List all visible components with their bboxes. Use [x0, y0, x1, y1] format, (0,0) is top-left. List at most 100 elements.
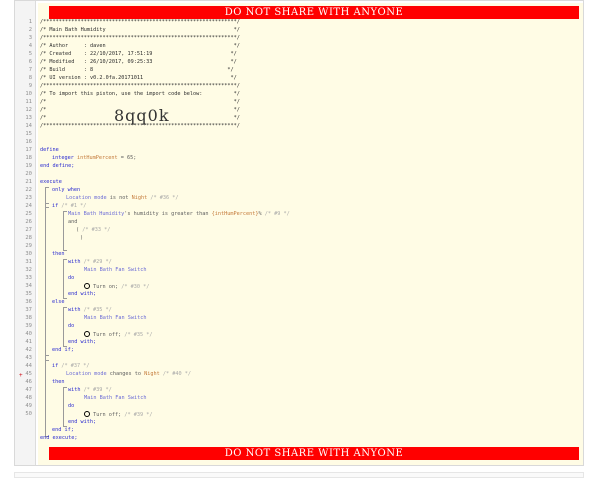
- code-line: end if;: [52, 427, 74, 435]
- keyword-end-with: end with;: [68, 419, 97, 425]
- code-line[interactable]: with /* #35 */: [68, 307, 112, 315]
- code-line: end define;: [40, 163, 74, 171]
- code-line[interactable]: Turn on; /* #30 */: [84, 283, 149, 291]
- line-number: 12: [25, 107, 32, 113]
- line-number: 49: [25, 403, 32, 409]
- line-number: 29: [25, 243, 32, 249]
- device-name: Main Bath Fan Switch: [84, 395, 147, 401]
- warning-banner-bottom: DO NOT SHARE WITH ANYONE: [49, 447, 579, 460]
- statement-id: /* #37 */: [58, 363, 90, 369]
- line-number: 13: [25, 115, 32, 121]
- line-number-gutter: 1 2 3 4 5 6 7 8 9 10 11 12 13 14 15 16 17 18 19 20 21 22 23 24 2…: [15, 1, 36, 465]
- code-line[interactable]: Location mode is not Night /* #36 */: [66, 195, 178, 203]
- keyword-with: with: [68, 387, 81, 393]
- line-number: 18: [25, 155, 32, 161]
- line-number: 6: [28, 59, 32, 65]
- line-number: 5: [28, 51, 32, 57]
- line-number: 27: [25, 227, 32, 233]
- line-number: 36: [25, 299, 32, 305]
- line-number: 41: [25, 339, 32, 345]
- code-line: /* UI version : v0.2.0fa.20171011 */: [40, 75, 237, 81]
- line-number: 33: [25, 275, 32, 281]
- keyword-end-if: end if;: [52, 427, 74, 433]
- statement-id: /* #35 */: [80, 307, 112, 313]
- line-number: 11: [25, 99, 32, 105]
- horizontal-scrollbar[interactable]: [14, 472, 584, 478]
- variable-name[interactable]: intHumPercent: [77, 155, 118, 161]
- line-number: 2: [28, 27, 32, 33]
- keyword-end-with: end with;: [68, 339, 97, 345]
- line-number: 17: [25, 147, 32, 153]
- code-line[interactable]: Location mode changes to Night /* #40 */: [66, 371, 191, 379]
- code-line[interactable]: Main Bath Fan Switch: [84, 395, 146, 403]
- code-line: execute: [40, 179, 62, 187]
- device-name: Main Bath Fan Switch: [84, 267, 147, 273]
- code-line[interactable]: ( /* #33 */: [76, 227, 110, 235]
- code-line: do: [68, 403, 74, 411]
- statement-id: /* #36 */: [147, 195, 179, 201]
- keyword-end-with: end with;: [68, 291, 97, 297]
- type-keyword: integer: [52, 155, 74, 161]
- line-number: 14: [25, 123, 32, 129]
- code-line: /* Build : 8 */: [40, 67, 234, 73]
- code-line[interactable]: Main Bath Fan Switch: [84, 267, 146, 275]
- line-number: 23: [25, 195, 32, 201]
- code-line: /***************************************…: [40, 35, 240, 41]
- code-line[interactable]: if /* #37 */: [52, 363, 89, 371]
- line-number: 43: [25, 355, 32, 361]
- keyword-do: do: [68, 323, 75, 329]
- keyword-else: else: [52, 299, 65, 305]
- code-line: end execute;: [40, 435, 77, 443]
- code-line: /* To import this piston, use the import…: [40, 91, 240, 97]
- line-number: 7: [28, 67, 32, 73]
- code-line[interactable]: Turn off; /* #35 */: [84, 331, 152, 339]
- keyword-define: define: [40, 147, 59, 153]
- condition-operator: 's humidity is greater than: [124, 211, 212, 217]
- condition-operator: is not: [106, 195, 132, 201]
- line-number: 32: [25, 267, 32, 273]
- block-guide: [63, 259, 67, 299]
- code-line: end with;: [68, 339, 96, 347]
- code-line[interactable]: Main Bath Fan Switch: [84, 315, 146, 323]
- code-line: define: [40, 147, 59, 155]
- line-number: 16: [25, 139, 32, 145]
- line-number: 10: [25, 91, 32, 97]
- line-number: 38: [25, 315, 32, 321]
- code-line[interactable]: Turn off; /* #39 */: [84, 411, 152, 419]
- code-line[interactable]: if /* #1 */: [52, 203, 86, 211]
- line-number: 42: [25, 347, 32, 353]
- code-area: DO NOT SHARE WITH ANYONE /**************…: [38, 3, 583, 465]
- block-guide: [63, 307, 67, 347]
- statement-id: /* #39 */: [121, 412, 153, 418]
- code-line: /* Modified : 26/10/2017, 09:25:33 */: [40, 59, 237, 65]
- condition-subject: Location mode: [66, 371, 107, 377]
- line-number: 39: [25, 323, 32, 329]
- line-number: 20: [25, 171, 32, 177]
- line-number: 30: [25, 251, 32, 257]
- keyword-end-define: end define;: [40, 163, 75, 169]
- line-number: 8: [28, 75, 32, 81]
- code-line[interactable]: with /* #39 */: [68, 387, 112, 395]
- code-line: /* Author : daven */: [40, 43, 240, 49]
- line-number: 21: [25, 179, 32, 185]
- code-line[interactable]: with /* #29 */: [68, 259, 112, 267]
- line-number: 28: [25, 235, 32, 241]
- code-line: do: [68, 323, 74, 331]
- group-close: ): [80, 235, 84, 241]
- line-number: 37: [25, 307, 32, 313]
- action-command: Turn off;: [90, 332, 122, 338]
- line-number: 40: [25, 331, 32, 337]
- line-number: 45: [25, 371, 32, 377]
- line-number: 22: [25, 187, 32, 193]
- block-guide: [45, 355, 49, 437]
- logical-operator: and: [68, 219, 78, 225]
- line-number: 26: [25, 219, 32, 225]
- keyword-do: do: [68, 403, 75, 409]
- action-command: Turn on;: [90, 284, 119, 290]
- statement-id: /* #39 */: [80, 387, 112, 393]
- piston-code-viewer: 1 2 3 4 5 6 7 8 9 10 11 12 13 14 15 16 17 18 19 20 21 22 23 24 2…: [14, 0, 584, 466]
- code-line: integer intHumPercent = 65;: [52, 155, 136, 163]
- code-line[interactable]: Main Bath Humidity's humidity is greater…: [68, 211, 290, 219]
- import-code[interactable]: 8qq0k: [114, 107, 170, 125]
- keyword-then: then: [52, 379, 65, 385]
